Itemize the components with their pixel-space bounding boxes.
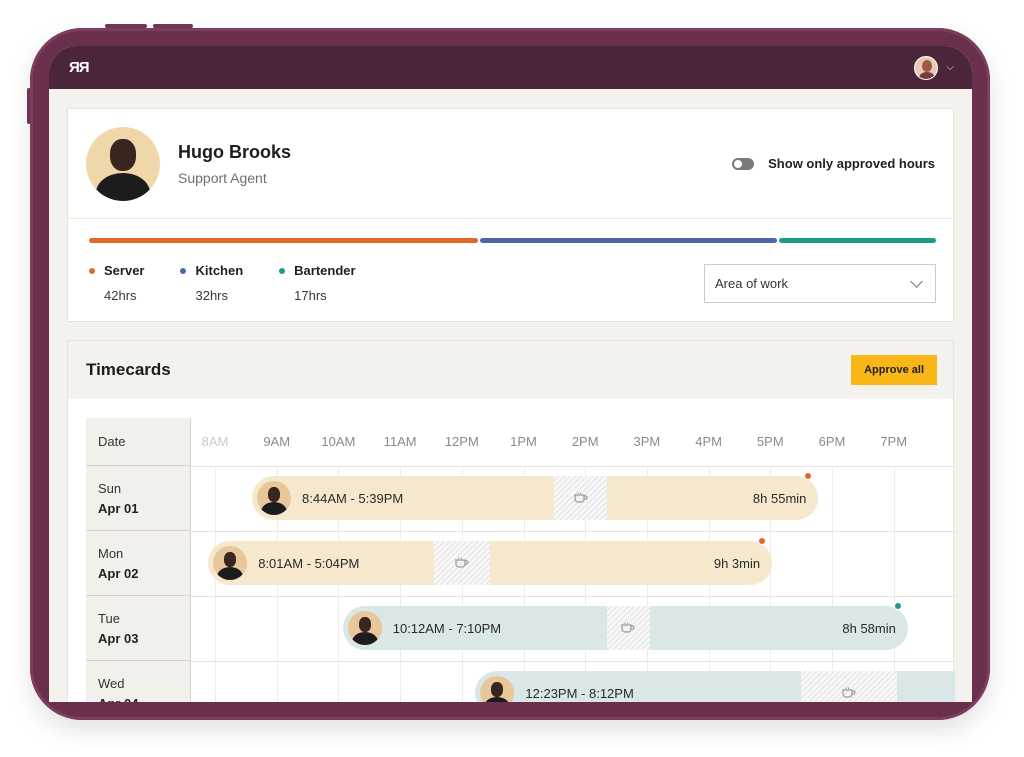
progress-segment-kitchen <box>480 238 777 243</box>
shift-time-range: 12:23PM - 8:12PM <box>525 685 634 701</box>
shift-status-dot <box>893 602 902 610</box>
date-weekday: Wed <box>98 676 125 691</box>
date-cell: Tue Apr 03 <box>86 596 190 661</box>
coffee-cup-icon <box>573 492 588 504</box>
row-divider <box>191 531 955 532</box>
hour-label: 11AM <box>383 434 417 449</box>
hours-progress-bar <box>89 238 936 243</box>
area-of-work-select[interactable]: Area of work <box>704 264 936 303</box>
toggle-switch[interactable] <box>732 157 755 170</box>
date-weekday: Tue <box>98 611 120 626</box>
legend-hours: 32hrs <box>195 288 229 303</box>
hour-label: 5PM <box>756 434 784 449</box>
approved-hours-toggle[interactable]: Show only approved hours <box>732 156 935 171</box>
user-menu[interactable]: ⌵ <box>914 55 954 80</box>
hour-label: 9AM <box>263 434 291 449</box>
hour-gridline <box>832 466 833 702</box>
hour-label: 7PM <box>880 434 908 449</box>
app-screen: ЯЯ ⌵ Hugo Brooks Support Agent Show only… <box>49 46 972 702</box>
shift-employee-avatar <box>480 676 515 702</box>
coffee-cup-icon <box>455 557 469 569</box>
progress-segment-bartender <box>778 238 936 243</box>
legend-item-bartender: Bartender 17hrs <box>279 263 356 303</box>
shift-bar[interactable]: 12:23PM - 8:12PM <box>475 671 955 702</box>
app-logo[interactable]: ЯЯ <box>69 59 90 76</box>
employee-avatar <box>86 126 160 201</box>
shift-bar[interactable]: 8:01AM - 5:04PM 9h 3min <box>208 537 773 585</box>
hour-gridline <box>893 466 895 702</box>
row-divider <box>191 466 955 467</box>
hours-legend: Server 42hrs Kitchen 32hrs Bartender 17hrs <box>89 263 356 303</box>
legend-label: Server <box>104 263 145 278</box>
date-header: Date <box>86 418 190 466</box>
legend-dot <box>279 267 286 274</box>
legend-dot <box>89 267 95 274</box>
shift-duration: 9h 3min <box>713 555 761 571</box>
shift-bar[interactable]: 10:12AM - 7:10PM 8h 58min <box>342 602 908 650</box>
hour-label: 10AM <box>321 434 356 449</box>
hour-label: 1PM <box>510 434 537 449</box>
date-value: Apr 04 <box>98 696 190 702</box>
shift-duration: 8h 55min <box>752 490 807 506</box>
legend-hours: 17hrs <box>294 288 327 303</box>
row-divider <box>191 661 955 662</box>
date-weekday: Sun <box>98 481 122 496</box>
date-cell: Mon Apr 02 <box>86 531 190 596</box>
user-avatar[interactable] <box>914 55 939 80</box>
progress-segment-server <box>89 238 479 243</box>
select-value: Area of work <box>715 276 788 291</box>
hours-timeline: 8AM 9AM 10AM 11AM 12PM 1PM 2PM 3PM 4PM 5PM 6PM 7PM 8… <box>191 418 955 702</box>
hour-label: 3PM <box>633 434 661 449</box>
break-block[interactable] <box>554 476 607 520</box>
legend-item-server: Server 42hrs <box>89 263 144 303</box>
employee-name: Hugo Brooks <box>178 141 292 162</box>
employee-card: Hugo Brooks Support Agent Show only appr… <box>67 108 954 322</box>
date-column: Date Sun Apr 01 Mon Apr 02 Tue Apr 03 Wed Apr 0… <box>86 418 191 702</box>
date-cell: Sun Apr 01 <box>86 466 190 531</box>
coffee-cup-icon <box>842 687 856 699</box>
timecards-header: Timecards Approve all <box>68 341 953 399</box>
shift-bar[interactable]: 8:44AM - 5:39PM 8h 55min <box>252 472 819 520</box>
hour-label: 6PM <box>818 434 846 449</box>
shift-time-range: 8:44AM - 5:39PM <box>302 490 404 506</box>
break-block[interactable] <box>606 606 650 650</box>
coffee-cup-icon <box>621 622 635 634</box>
timecards-panel: Timecards Approve all Date Sun Apr 01 Mon A… <box>67 340 955 702</box>
legend-item-kitchen: Kitchen 32hrs <box>180 263 243 303</box>
legend-dot <box>180 267 187 274</box>
top-bar: ЯЯ ⌵ <box>49 46 972 89</box>
break-block[interactable] <box>801 671 897 702</box>
shift-time-range: 8:01AM - 5:04PM <box>258 555 360 571</box>
shift-employee-avatar <box>347 611 382 645</box>
legend-label: Kitchen <box>195 263 244 278</box>
hour-label: 4PM <box>695 434 722 449</box>
shift-employee-avatar <box>257 481 292 515</box>
timecards-grid: Date Sun Apr 01 Mon Apr 02 Tue Apr 03 Wed Apr 0… <box>86 418 955 702</box>
hour-label: 8AM <box>201 434 229 449</box>
row-divider <box>191 596 955 597</box>
shift-duration: 8h 58min <box>842 620 896 636</box>
legend-label: Bartender <box>294 263 356 278</box>
chevron-down-icon[interactable]: ⌵ <box>946 62 954 73</box>
shift-time-range: 10:12AM - 7:10PM <box>392 620 502 636</box>
employee-role: Support Agent <box>178 169 267 186</box>
hour-gridline <box>215 466 216 702</box>
date-value: Apr 01 <box>98 501 139 516</box>
chevron-down-icon <box>910 275 923 288</box>
shift-employee-avatar <box>213 546 248 580</box>
date-value: Apr 03 <box>98 631 139 646</box>
timecards-title: Timecards <box>86 360 171 379</box>
shift-status-dot <box>758 537 767 545</box>
legend-hours: 42hrs <box>104 288 137 303</box>
profile-header: Hugo Brooks Support Agent Show only appr… <box>68 109 953 219</box>
hour-label: 2PM <box>571 434 599 449</box>
break-block[interactable] <box>434 541 490 585</box>
approve-all-button[interactable]: Approve all <box>851 355 937 385</box>
date-cell: Wed Apr 04 <box>86 661 190 702</box>
date-value: Apr 02 <box>98 566 139 581</box>
hour-label: 12PM <box>444 434 479 449</box>
shift-status-dot <box>804 472 813 480</box>
toggle-label: Show only approved hours <box>768 156 935 171</box>
date-weekday: Mon <box>98 546 124 561</box>
